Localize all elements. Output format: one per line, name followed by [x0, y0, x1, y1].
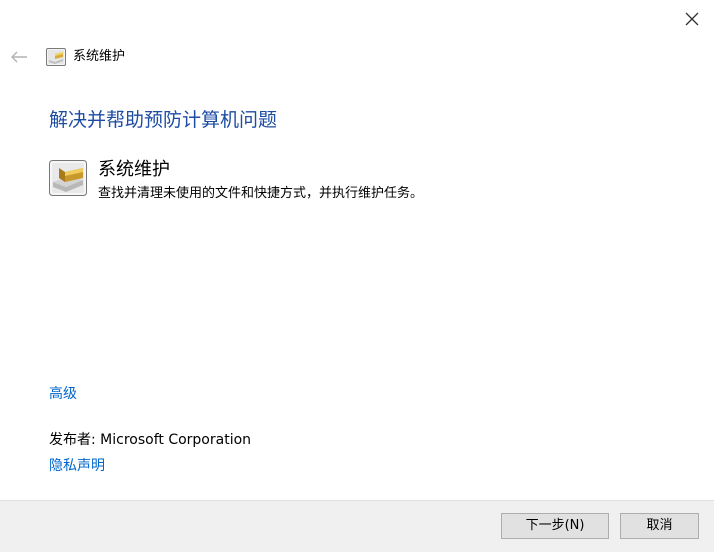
- footer-bar: 下一步(N) 取消: [0, 500, 714, 552]
- publisher-text: 发布者: Microsoft Corporation: [49, 432, 252, 448]
- system-maintenance-icon: [49, 160, 87, 196]
- system-maintenance-icon: [46, 48, 66, 66]
- window-title: 系统维护: [73, 49, 126, 64]
- advanced-link[interactable]: 高级: [49, 384, 77, 404]
- next-button[interactable]: 下一步(N): [501, 513, 609, 539]
- task-description: 查找并清理未使用的文件和快捷方式，并执行维护任务。: [98, 186, 424, 201]
- cancel-button[interactable]: 取消: [620, 513, 699, 539]
- back-button[interactable]: [4, 44, 34, 70]
- page-title: 解决并帮助预防计算机问题: [49, 109, 278, 131]
- privacy-statement-link[interactable]: 隐私声明: [49, 456, 105, 476]
- task-title: 系统维护: [98, 159, 170, 180]
- close-icon: [685, 12, 699, 26]
- back-arrow-icon: [11, 51, 27, 63]
- close-button[interactable]: [670, 0, 714, 38]
